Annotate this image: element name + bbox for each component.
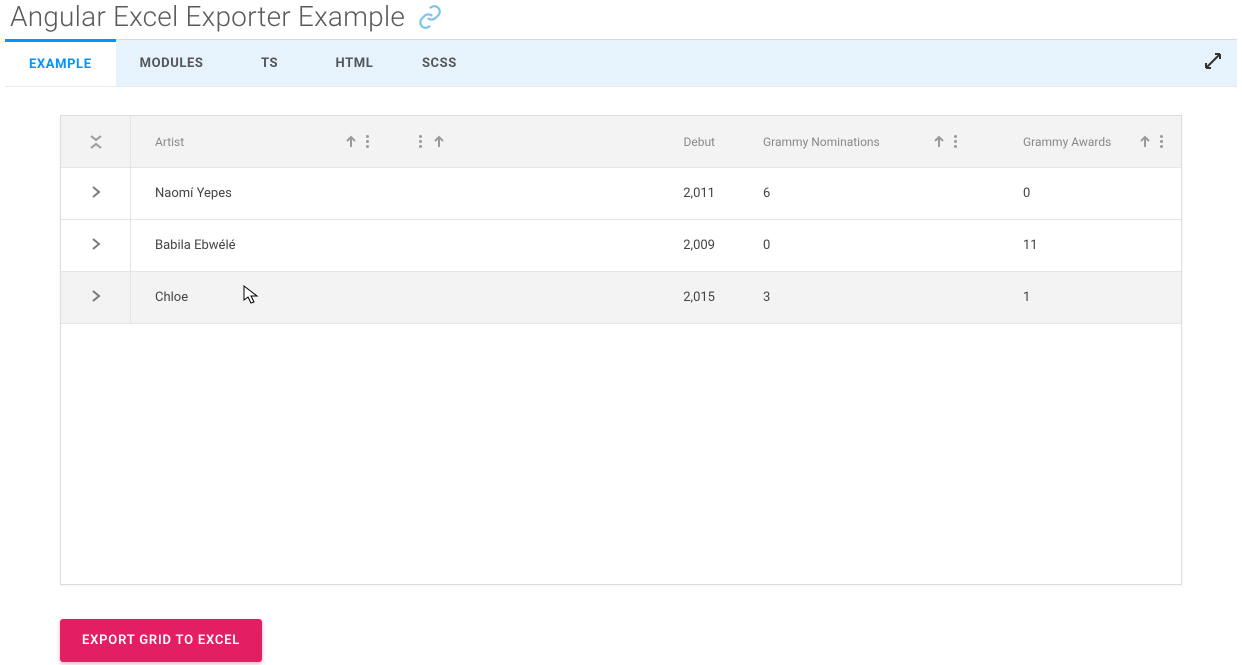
cell-nominations: 0 [739,238,770,253]
export-button[interactable]: EXPORT GRID TO EXCEL [60,619,262,662]
tab-strip: EXAMPLE MODULES TS HTML SCSS [5,39,1237,87]
column-header-artist[interactable]: Artist [155,135,184,149]
cell-awards: 0 [999,186,1030,201]
cell-artist: Babila Ebwélé [155,238,236,253]
column-header-debut[interactable]: Debut [683,135,715,149]
cell-artist: Naomí Yepes [155,186,232,201]
cell-nominations: 6 [739,186,770,201]
tab-ts[interactable]: TS [228,40,312,86]
expand-icon [1204,52,1222,74]
sort-icon[interactable] [344,135,358,149]
tab-modules[interactable]: MODULES [116,40,228,86]
sort-icon[interactable] [432,135,446,149]
expand-row-icon[interactable] [89,289,103,307]
fullscreen-button[interactable] [1189,40,1237,86]
tab-example[interactable]: EXAMPLE [5,39,116,86]
sort-icon[interactable] [1138,135,1152,149]
table-row[interactable]: Naomí Yepes 2,011 6 0 [61,168,1181,220]
cell-debut: 2,011 [683,186,715,201]
column-menu-icon[interactable] [954,135,957,148]
cell-awards: 1 [999,290,1030,305]
sort-icon[interactable] [932,135,946,149]
tab-html[interactable]: HTML [312,40,398,86]
collapse-all-toggle[interactable] [89,134,103,150]
column-menu-icon[interactable] [366,135,369,148]
cell-debut: 2,009 [683,238,715,253]
cell-nominations: 3 [739,290,770,305]
column-header-nominations[interactable]: Grammy Nominations [739,135,880,149]
data-grid: Artist Debut Grammy Nominations [60,115,1182,585]
cell-debut: 2,015 [683,290,715,305]
expand-row-icon[interactable] [89,237,103,255]
link-icon[interactable] [417,4,443,30]
column-menu-icon[interactable] [1160,135,1163,148]
table-row[interactable]: Babila Ebwélé 2,009 0 11 [61,220,1181,272]
tab-scss[interactable]: SCSS [397,40,481,86]
page-title: Angular Excel Exporter Example [10,0,405,33]
column-menu-icon[interactable] [419,135,422,148]
column-header-awards[interactable]: Grammy Awards [999,135,1111,149]
cell-awards: 11 [999,238,1038,253]
expand-row-icon[interactable] [89,185,103,203]
cell-artist: Chloe [155,290,188,305]
table-row[interactable]: Chloe 2,015 3 1 [61,272,1181,324]
